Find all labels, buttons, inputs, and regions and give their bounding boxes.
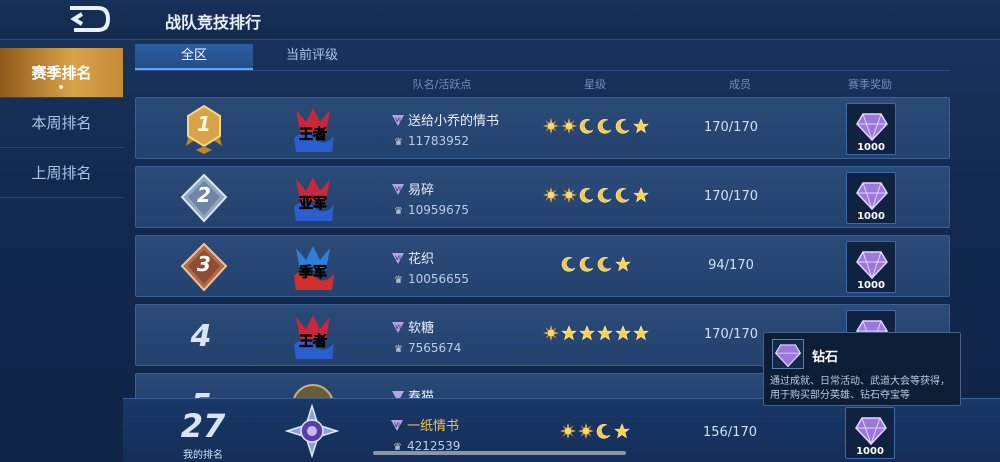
tier-label: 季军 <box>298 264 327 281</box>
rank-gold-badge-icon: 1 <box>176 102 232 156</box>
column-header-members: 成员 <box>729 78 751 91</box>
svg-text:VI: VI <box>394 422 400 429</box>
sidebar-item-season-rank[interactable]: 赛季排名 <box>0 48 123 98</box>
vip-badge-icon: VI <box>390 418 404 432</box>
trophy-icon: ♛ <box>394 275 403 286</box>
rank-bronze-badge-icon: 3 <box>176 240 232 294</box>
diamond-tooltip: 钻石 通过成就、日常活动、武道大会等获得，用于购买部分英雄、钻石夺宝等 <box>763 332 961 406</box>
diamond-icon <box>855 177 889 211</box>
svg-text:VI: VI <box>395 186 401 193</box>
rank-number: 1 <box>197 112 211 136</box>
member-count: 170/170 <box>703 189 758 204</box>
my-member-count: 156/170 <box>702 425 757 440</box>
table-row[interactable]: 3 季军 VI 花织 ♛ 10056655 94/170 1000 <box>135 235 950 297</box>
team-name[interactable]: VI 送给小乔的情书 <box>391 110 499 129</box>
diamond-icon <box>855 246 889 280</box>
active-points: ♛ 11783952 <box>394 134 469 148</box>
trophy-icon: ♛ <box>394 137 403 148</box>
my-team-name-text: 一纸情书 <box>407 419 460 434</box>
rank-number: 4 <box>190 319 212 354</box>
vip-badge-icon: VI <box>391 320 405 334</box>
reward-count: 1000 <box>857 211 885 222</box>
tier-runner-up-logo-icon: 亚军 <box>286 171 340 225</box>
tier-third-place-logo-icon: 季军 <box>286 240 340 294</box>
team-name-text: 易碎 <box>408 183 435 198</box>
svg-text:VI: VI <box>395 324 401 331</box>
active-points: ♛ 10056655 <box>394 272 469 286</box>
trophy-icon: ♛ <box>394 344 403 355</box>
active-points-value: 7565674 <box>407 341 462 355</box>
team-name[interactable]: VI 软糖 <box>391 317 434 336</box>
sidebar-item-this-week-rank[interactable]: 本周排名 <box>0 98 123 148</box>
reward-count: 1000 <box>857 142 885 153</box>
star-rating <box>536 118 656 134</box>
reward-diamond[interactable]: 1000 <box>846 172 896 224</box>
active-points-value: 10056655 <box>407 272 470 286</box>
tier-king-logo-icon: 王者 <box>286 102 340 156</box>
tier-king-logo-icon: 王者 <box>286 309 340 363</box>
my-star-rating <box>535 423 655 439</box>
team-name-text: 花织 <box>408 252 435 267</box>
vip-badge-icon: VI <box>391 251 405 265</box>
diamond-icon <box>772 339 804 369</box>
member-count: 170/170 <box>703 120 758 135</box>
svg-text:VI: VI <box>395 255 401 262</box>
home-indicator[interactable] <box>373 451 626 455</box>
member-count: 94/170 <box>708 258 754 273</box>
reward-diamond[interactable]: 1000 <box>846 241 896 293</box>
tab-bar: 全区 当前评级 <box>135 44 371 70</box>
my-rank-label: 我的排名 <box>183 450 223 461</box>
sidebar-item-last-week-rank[interactable]: 上周排名 <box>0 148 123 198</box>
team-name[interactable]: VI 易碎 <box>391 179 434 198</box>
table-row[interactable]: 2 亚军 VI 易碎 ♛ 10959675 170/170 1000 <box>135 166 950 228</box>
star-rating <box>536 325 656 341</box>
page-title: 战队竞技排行 <box>165 13 262 32</box>
my-rank-number: 27 <box>180 407 226 445</box>
team-name-text: 送给小乔的情书 <box>408 114 500 129</box>
reward-count: 1000 <box>856 446 884 457</box>
my-reward-diamond[interactable]: 1000 <box>845 407 895 459</box>
sidebar: 赛季排名 本周排名 上周排名 <box>0 48 123 198</box>
tier-label: 王者 <box>299 334 327 350</box>
tab-divider <box>135 70 950 71</box>
rank-number: 3 <box>197 252 211 276</box>
column-header-team: 队名/活跃点 <box>412 78 472 91</box>
tooltip-title: 钻石 <box>812 350 839 365</box>
team-name[interactable]: VI 花织 <box>391 248 434 267</box>
team-emblem-icon <box>284 403 340 459</box>
my-team-name[interactable]: VI 一纸情书 <box>390 415 459 434</box>
reward-count: 1000 <box>857 280 885 291</box>
rank-silver-badge-icon: 2 <box>176 171 232 225</box>
active-points-value: 10959675 <box>407 203 470 217</box>
vip-badge-icon: VI <box>391 182 405 196</box>
back-icon[interactable] <box>60 4 116 34</box>
star-rating <box>536 256 656 272</box>
top-bar: 战队竞技排行 <box>0 0 1000 40</box>
reward-diamond[interactable]: 1000 <box>846 103 896 155</box>
column-header-stars: 星级 <box>584 78 606 91</box>
tab-current-rating[interactable]: 当前评级 <box>253 44 371 70</box>
column-header-reward: 赛季奖励 <box>848 78 892 91</box>
vip-badge-icon: VI <box>391 113 405 127</box>
active-points: ♛ 7565674 <box>394 341 461 355</box>
active-points: ♛ 10959675 <box>394 203 469 217</box>
tier-label: 王者 <box>299 127 327 143</box>
star-rating <box>536 187 656 203</box>
diamond-icon <box>854 412 888 446</box>
tab-all-regions[interactable]: 全区 <box>135 44 253 70</box>
team-name-text: 软糖 <box>408 321 435 336</box>
tooltip-description: 通过成就、日常活动、武道大会等获得，用于购买部分英雄、钻石夺宝等 <box>770 376 950 401</box>
diamond-icon <box>855 108 889 142</box>
tier-label: 亚军 <box>299 196 327 212</box>
table-row[interactable]: 1 王者 VI 送给小乔的情书 ♛ 11783952 170/170 1000 <box>135 97 950 159</box>
trophy-icon: ♛ <box>394 206 403 217</box>
active-points-value: 11783952 <box>407 134 470 148</box>
rank-number: 2 <box>197 183 211 207</box>
svg-text:VI: VI <box>395 117 401 124</box>
